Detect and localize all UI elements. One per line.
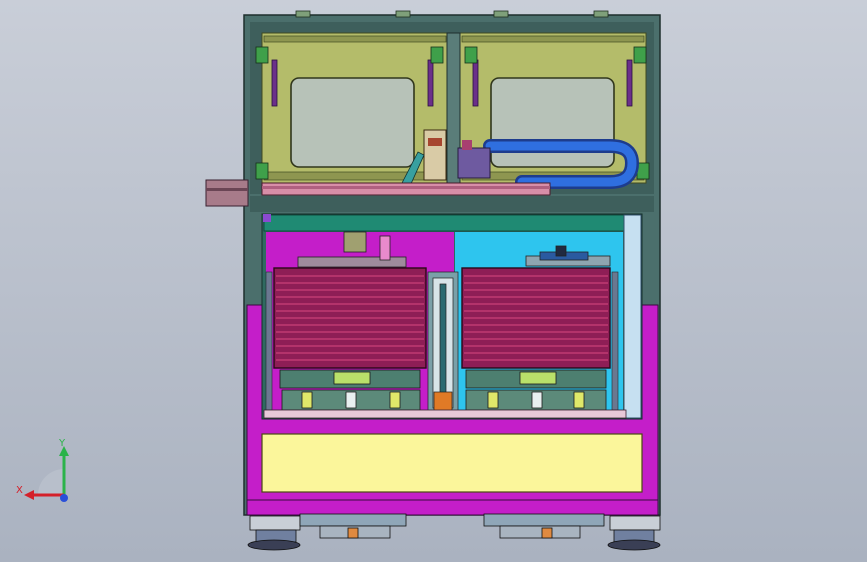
transformer-right: [461, 267, 611, 369]
casters: [247, 513, 661, 551]
x-axis-label: X: [16, 485, 23, 496]
cabinet-assembly-model[interactable]: [0, 0, 867, 562]
side-arm: [205, 179, 249, 207]
window-left: [290, 77, 415, 168]
motor-block: [457, 147, 491, 179]
transformer-left: [273, 267, 427, 369]
cad-viewport[interactable]: X Y: [0, 0, 867, 562]
center-bracket: [423, 129, 447, 181]
view-orientation-triad[interactable]: X Y: [10, 438, 80, 510]
triad-graphic: [24, 446, 69, 502]
triad-quadrant: [38, 469, 64, 495]
z-axis-dot: [60, 494, 68, 502]
lower-rail: [263, 409, 627, 419]
upper-rail-groove: [262, 186, 550, 189]
x-axis-head: [24, 490, 34, 500]
teal-top-bar: [263, 214, 625, 232]
center-lift-assembly: [427, 271, 459, 417]
side-arm-groove: [206, 188, 248, 191]
corner-marker: [263, 214, 271, 222]
middle-divider: [250, 196, 654, 212]
yellow-panel: [261, 433, 643, 493]
y-axis-label: Y: [59, 438, 66, 449]
window-right: [490, 77, 615, 168]
cabinet-base: [246, 499, 659, 516]
pale-blue-upright: [623, 214, 642, 419]
bracket-detail: [428, 138, 442, 146]
motor-terminal: [462, 140, 472, 150]
